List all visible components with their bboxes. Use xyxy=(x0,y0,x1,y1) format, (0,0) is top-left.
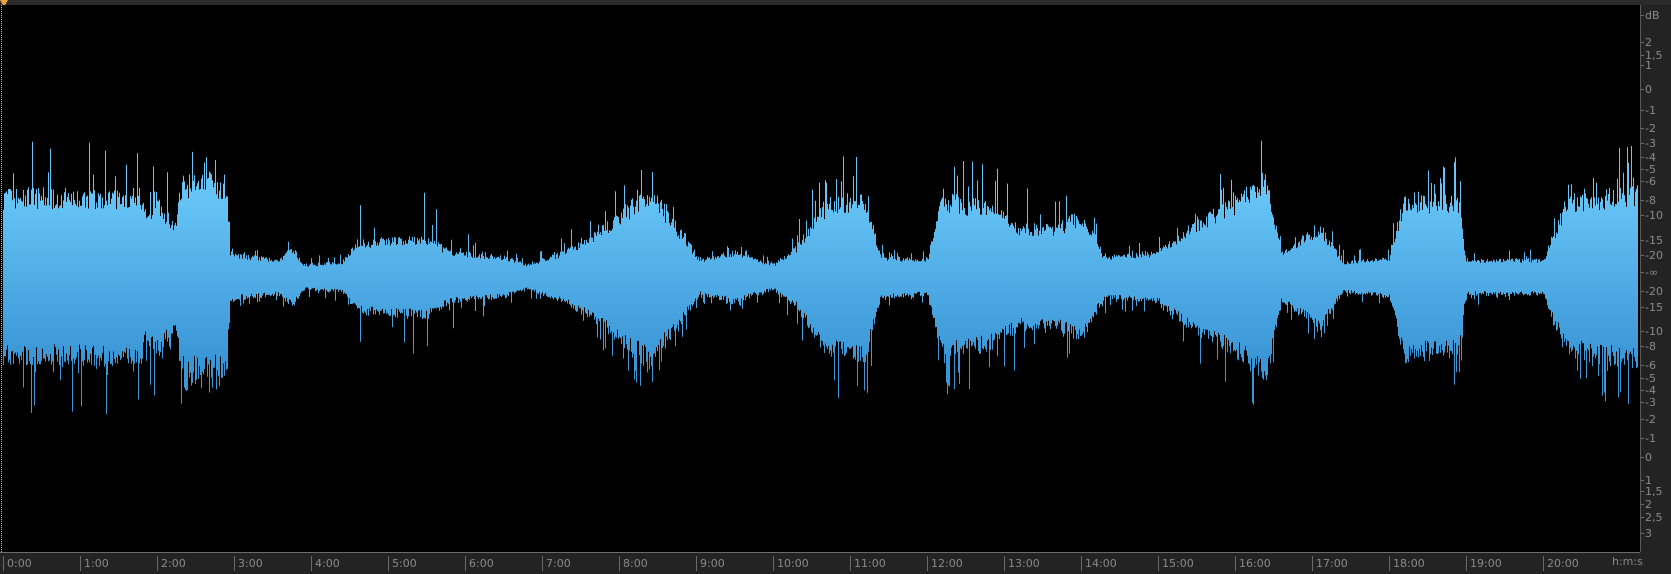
time-tick-label: 2:00 xyxy=(157,556,186,571)
db-tick-label: -4 xyxy=(1641,151,1656,164)
db-tick-label: -6 xyxy=(1641,359,1656,372)
time-tick-label: 17:00 xyxy=(1312,556,1348,571)
time-tick-label: 0:00 xyxy=(3,556,32,571)
db-tick-label: 1,5 xyxy=(1641,485,1663,498)
db-tick-label: 1 xyxy=(1641,59,1652,72)
time-tick-label: 14:00 xyxy=(1081,556,1117,571)
db-tick-label: 0 xyxy=(1641,451,1652,464)
db-tick-label: -15 xyxy=(1641,301,1663,314)
time-tick-label: 11:00 xyxy=(850,556,886,571)
time-tick-label: 3:00 xyxy=(234,556,263,571)
time-tick-label: 18:00 xyxy=(1389,556,1425,571)
time-tick-label: 16:00 xyxy=(1235,556,1271,571)
db-ruler: dB 2 1,5 1 0 -1 -2 -3 -4 -5 -6 -8 -10 -15 -20 -∞ -20 -15… xyxy=(1640,5,1671,552)
time-tick-label: 4:00 xyxy=(311,556,340,571)
db-tick-label: -20 xyxy=(1641,285,1663,298)
db-tick-label: -8 xyxy=(1641,340,1656,353)
time-ruler[interactable]: 0:00 1:00 2:00 3:00 4:00 5:00 6:00 7:00 8:00 9:00… xyxy=(0,552,1640,574)
db-tick-label: -1 xyxy=(1641,432,1656,445)
time-tick-label: 8:00 xyxy=(619,556,648,571)
db-tick-label: 2 xyxy=(1641,498,1652,511)
db-tick-label: -5 xyxy=(1641,163,1656,176)
time-tick-label: 13:00 xyxy=(1004,556,1040,571)
db-tick-label: -6 xyxy=(1641,175,1656,188)
db-tick-label: -3 xyxy=(1641,137,1656,150)
db-tick-label: -10 xyxy=(1641,209,1663,222)
db-tick-label: 2,5 xyxy=(1641,511,1663,524)
db-tick-label: 0 xyxy=(1641,83,1652,96)
db-unit-label: dB xyxy=(1641,9,1660,22)
db-tick-label: -5 xyxy=(1641,372,1656,385)
time-tick-label: 10:00 xyxy=(773,556,809,571)
db-tick-label: 3 xyxy=(1641,527,1652,540)
db-tick-label: -8 xyxy=(1641,194,1656,207)
db-tick-label: 2 xyxy=(1641,36,1652,49)
time-tick-label: 5:00 xyxy=(388,556,417,571)
time-tick-label: 15:00 xyxy=(1158,556,1194,571)
db-tick-label: -1 xyxy=(1641,104,1656,117)
time-tick-label: 1:00 xyxy=(80,556,109,571)
db-tick-label: -10 xyxy=(1641,325,1663,338)
db-tick-label: -20 xyxy=(1641,249,1663,262)
db-tick-label: -2 xyxy=(1641,122,1656,135)
time-tick-label: 7:00 xyxy=(542,556,571,571)
time-tick-label: 9:00 xyxy=(696,556,725,571)
db-tick-label: -15 xyxy=(1641,234,1663,247)
time-tick-label: 20:00 xyxy=(1543,556,1579,571)
time-tick-label: 19:00 xyxy=(1466,556,1502,571)
time-unit-label: h:m:s xyxy=(1612,555,1643,568)
waveform-path xyxy=(3,140,1638,415)
waveform xyxy=(3,140,1638,415)
db-tick-label: -3 xyxy=(1641,396,1656,409)
playhead-cursor[interactable] xyxy=(1,5,2,552)
time-tick-label: 6:00 xyxy=(465,556,494,571)
db-tick-label: -4 xyxy=(1641,384,1656,397)
time-tick-label: 12:00 xyxy=(927,556,963,571)
db-tick-label: -∞ xyxy=(1640,266,1659,279)
db-tick-label: -2 xyxy=(1641,413,1656,426)
